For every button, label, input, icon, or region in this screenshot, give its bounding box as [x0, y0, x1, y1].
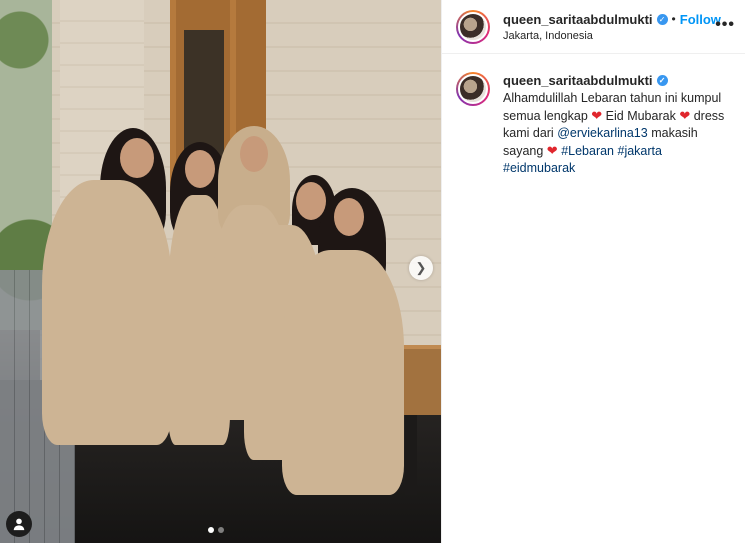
location-link[interactable]: Jakarta, Indonesia [503, 30, 721, 42]
heart-icon: ❤ [679, 108, 691, 123]
caption-story-ring[interactable] [456, 72, 490, 106]
carousel-dot-1 [208, 527, 214, 533]
person-1-dress [42, 180, 172, 445]
caption-line-2: Eid Mubarak [605, 109, 676, 123]
person-5-dress [282, 250, 404, 495]
verified-badge-icon: ✓ [656, 75, 668, 86]
avatar [458, 11, 488, 42]
verified-badge-icon: ✓ [656, 13, 668, 25]
person-2-head [185, 150, 215, 188]
header-username[interactable]: queen_saritaabdulmukti [503, 12, 653, 27]
header-text: queen_saritaabdulmukti ✓ • Follow Jakart… [503, 12, 721, 42]
person-1-head [120, 138, 154, 178]
caption-text: Alhamdulillah Lebaran tahun ini kumpul s… [503, 90, 728, 177]
tagged-users-button[interactable] [6, 511, 32, 537]
caption-body: queen_saritaabdulmukti ✓ Alhamdulillah L… [503, 72, 728, 177]
story-ring[interactable] [456, 9, 490, 44]
carousel-dot-2 [218, 527, 224, 533]
chevron-right-icon: ❯ [415, 260, 427, 275]
carousel-next-button[interactable]: ❯ [409, 256, 433, 280]
post-info-panel: queen_saritaabdulmukti ✓ • Follow Jakart… [441, 0, 745, 543]
caption-avatar [458, 74, 488, 104]
header-separator: • [671, 12, 676, 26]
header-row: queen_saritaabdulmukti ✓ • Follow [503, 12, 721, 27]
post-header: queen_saritaabdulmukti ✓ • Follow Jakart… [442, 0, 745, 54]
person-4-head [296, 182, 326, 220]
more-horizontal-icon[interactable]: ••• [715, 16, 735, 34]
person-5-head [334, 198, 364, 236]
user-icon [13, 518, 25, 531]
person-3-head [240, 136, 268, 172]
caption-username-wrap: queen_saritaabdulmukti ✓ [503, 72, 668, 89]
caption-username[interactable]: queen_saritaabdulmukti [503, 72, 653, 89]
carousel-dots [208, 527, 224, 533]
heart-icon: ❤ [546, 143, 558, 158]
caption-comment: queen_saritaabdulmukti ✓ Alhamdulillah L… [442, 54, 745, 177]
post-photo[interactable]: ❯ [0, 0, 441, 543]
photo-bench-leg [405, 415, 417, 495]
mention-link[interactable]: @erviekarlina13 [557, 126, 648, 140]
heart-icon: ❤ [591, 108, 603, 123]
